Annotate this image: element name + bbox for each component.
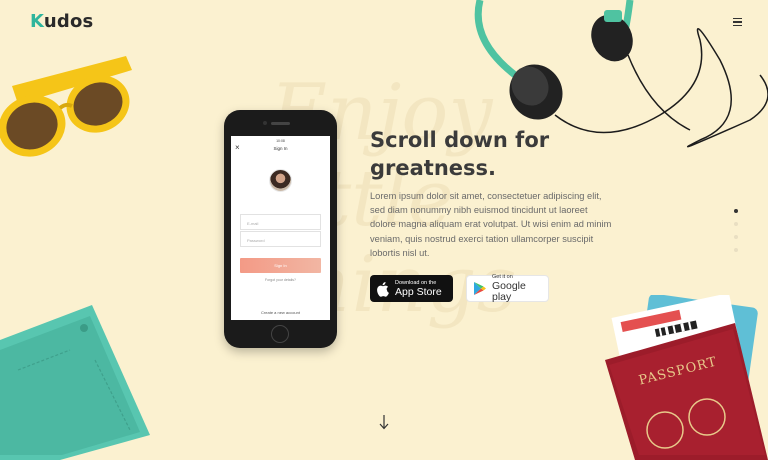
signin-button[interactable]: Sign In [240, 258, 321, 273]
signin-title: Sign In [273, 146, 288, 151]
logo-text: udos [43, 11, 94, 32]
sunglasses-decoration [0, 56, 132, 157]
status-time: 10:08 [276, 139, 285, 143]
pagination-dot[interactable] [734, 235, 738, 239]
phone-screen: 10:08 × Sign In E-mail Password Sign In … [231, 136, 330, 320]
pagination-dot[interactable] [734, 222, 738, 226]
googleplay-button[interactable]: Get it on Google play [466, 274, 549, 303]
create-account-link[interactable]: Create a new account [231, 310, 330, 315]
camera-icon [263, 121, 267, 125]
googleplay-label: Google play [491, 280, 526, 303]
password-field[interactable]: Password [240, 231, 321, 247]
menu-bar [733, 18, 742, 20]
pagination-dot[interactable] [734, 248, 738, 252]
arrow-down-icon[interactable] [379, 414, 389, 430]
pagination-dot[interactable] [734, 209, 738, 213]
email-field[interactable]: E-mail [240, 214, 321, 230]
menu-bar [733, 24, 742, 26]
forgot-link[interactable]: Forgot your details? [231, 278, 330, 282]
speaker-grille [271, 122, 290, 125]
hamburger-icon[interactable] [733, 18, 742, 26]
hero-description: Lorem ipsum dolor sit amet, consectetuer… [370, 191, 612, 258]
home-button [271, 325, 289, 343]
avatar [269, 169, 292, 192]
google-play-icon [473, 282, 486, 295]
page-title: Scroll down for greatness. [370, 128, 550, 180]
appstore-label: App Store [395, 285, 442, 298]
pagination-dots [734, 209, 738, 252]
logo-initial: K [30, 11, 44, 32]
apple-icon [377, 281, 389, 297]
phone-mockup: 10:08 × Sign In E-mail Password Sign In … [224, 110, 337, 348]
brand-logo[interactable]: Kudos [30, 11, 93, 32]
tablet-case-decoration [0, 305, 150, 460]
menu-bar [733, 21, 742, 23]
appstore-button[interactable]: Download on the App Store [370, 275, 453, 302]
